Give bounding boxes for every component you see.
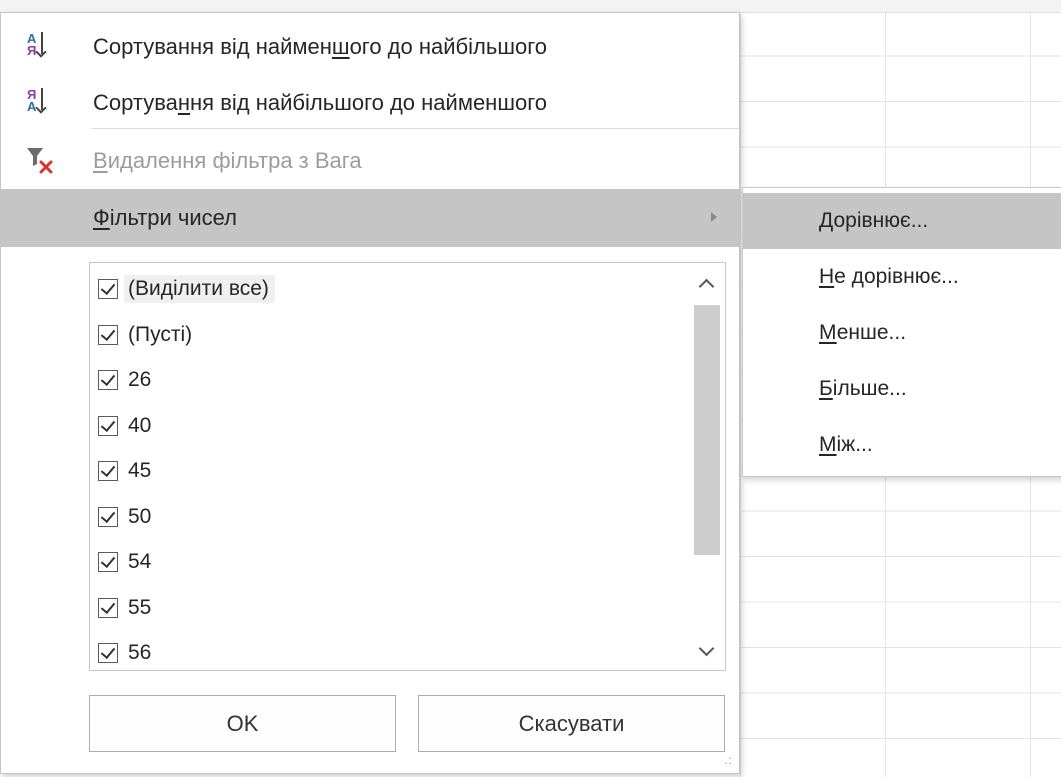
sort-ascending-item[interactable]: А Я Сортування від найменшого до найбіль… <box>1 19 739 75</box>
number-filters-label: Фільтри чисел <box>93 205 238 230</box>
checkbox[interactable] <box>98 415 118 436</box>
list-item-label: (Виділити все) <box>124 275 275 303</box>
submenu-item-label: Не дорівнює... <box>819 265 959 288</box>
sort-descending-item[interactable]: Я А Сортування від найбільшого до наймен… <box>1 75 739 131</box>
scrollbar-thumb[interactable] <box>694 305 720 555</box>
arrow-down-icon <box>41 32 43 54</box>
clear-filter-icon <box>23 146 63 178</box>
list-item-label: 26 <box>128 368 152 391</box>
submenu-arrow-icon <box>711 212 717 222</box>
menu-separator <box>91 128 739 129</box>
list-scrollbar[interactable] <box>689 263 725 670</box>
checkbox[interactable] <box>98 324 118 345</box>
list-item-label: 50 <box>128 504 152 528</box>
resize-grip-icon[interactable]: .: <box>724 753 733 767</box>
submenu-item-label: Між... <box>819 433 873 456</box>
list-item-label: 55 <box>128 595 152 619</box>
list-item-label: (Пусті) <box>128 322 193 346</box>
submenu-item-greater[interactable]: Більше... <box>743 361 1061 417</box>
checkbox[interactable] <box>98 552 118 572</box>
checkbox[interactable] <box>98 370 118 390</box>
filter-values-list[interactable]: (Виділити все) (Пусті) 26 40 45 50 54 55 56 <box>89 262 726 671</box>
clear-filter-item[interactable]: Видалення фільтра з Вага <box>1 133 739 189</box>
submenu-item-not-equals[interactable]: Не дорівнює... <box>743 249 1061 305</box>
list-item-label: 56 <box>128 641 152 664</box>
scroll-up-icon[interactable] <box>698 278 715 295</box>
filter-dropdown-menu: А Я Сортування від найменшого до найбіль… <box>0 12 740 774</box>
sort-ascending-icon: А Я <box>23 32 63 64</box>
list-item-label: 54 <box>128 550 152 573</box>
submenu-item-label: Більше... <box>819 377 907 400</box>
checkbox[interactable] <box>98 461 118 481</box>
arrow-down-icon <box>41 88 43 110</box>
submenu-item-label: Менше... <box>819 321 907 344</box>
sort-ascending-label: Сортування від найменшого до найбільшого <box>93 34 547 59</box>
sort-descending-label: Сортування від найбільшого до найменшого <box>93 90 547 115</box>
submenu-item-equals[interactable]: Дорівнює... <box>743 193 1061 249</box>
scroll-down-icon[interactable] <box>698 640 715 657</box>
checkbox[interactable] <box>98 279 118 299</box>
submenu-item-label: Дорівнює... <box>819 209 929 232</box>
number-filters-item[interactable]: Фільтри чисел <box>1 189 739 247</box>
ok-button[interactable]: OK <box>89 695 396 752</box>
submenu-item-between[interactable]: Між... <box>743 417 1061 473</box>
checkbox[interactable] <box>98 506 118 527</box>
clear-filter-label: Видалення фільтра з Вага <box>93 148 362 173</box>
sort-descending-icon: Я А <box>23 88 63 120</box>
checkbox[interactable] <box>98 643 118 663</box>
checkbox[interactable] <box>98 597 118 618</box>
cancel-button[interactable]: Скасувати <box>418 695 725 752</box>
list-item-label: 45 <box>128 459 152 482</box>
submenu-item-less[interactable]: Менше... <box>743 305 1061 361</box>
list-item-label: 40 <box>128 413 152 437</box>
number-filters-submenu: Дорівнює... Не дорівнює... Менше... Біль… <box>742 187 1061 477</box>
